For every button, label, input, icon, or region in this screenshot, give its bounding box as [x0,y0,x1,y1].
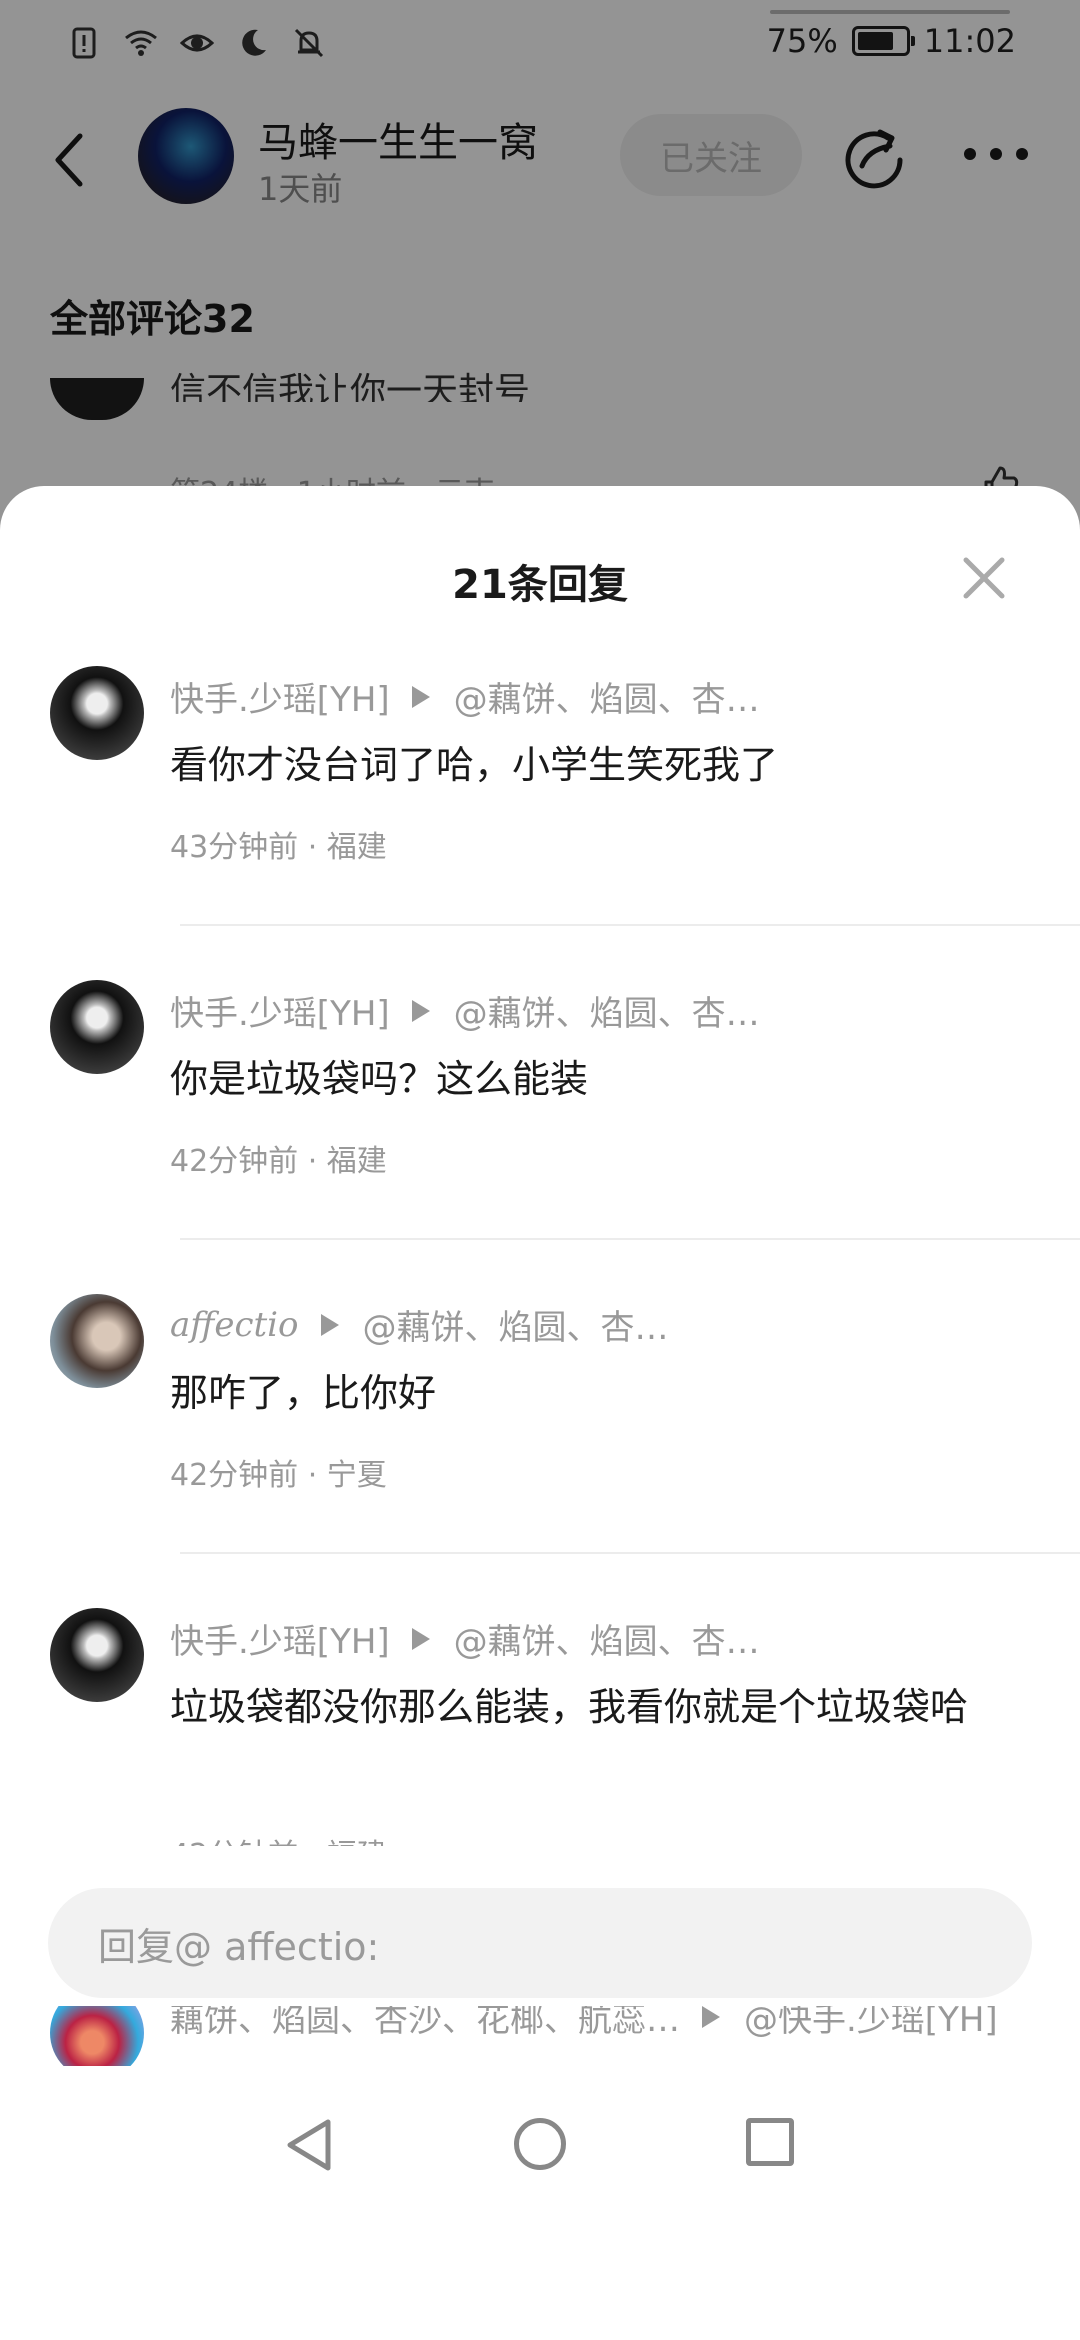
reply-to[interactable]: @藕饼、焰圆、杏… [363,1300,669,1349]
reply-text: 看你才没台词了哈，小学生笑死我了 [170,743,779,787]
reply-text: 那咋了，比你好 [170,1371,437,1415]
reply-arrow-icon [320,1313,339,1336]
reply-time: 42分钟前 · 福建 [170,1144,387,1179]
reply-avatar[interactable] [50,980,144,1074]
reply-input[interactable]: 回复@ affectio: [48,1888,1032,1998]
reply-author[interactable]: 快手.少瑶[YH] [170,672,390,721]
reply-time: 42分钟前 · 宁夏 [170,1458,387,1493]
reply-meta: 快手.少瑶[YH] @藕饼、焰圆、杏… [170,986,760,1035]
nav-home-icon[interactable] [514,2118,566,2170]
reply-avatar[interactable] [50,666,144,760]
reply-avatar[interactable] [50,1294,144,1388]
nav-recent-icon[interactable] [746,2118,794,2166]
reply-to[interactable]: @藕饼、焰圆、杏… [454,986,760,1035]
reply-text: 你是垃圾袋吗？这么能装 [170,1057,589,1101]
reply-author[interactable]: 快手.少瑶[YH] [170,986,390,1035]
reply-to[interactable]: @藕饼、焰圆、杏… [454,672,760,721]
reply-author[interactable]: 快手.少瑶[YH] [170,1614,390,1663]
reply-arrow-icon [411,685,430,708]
reply-to[interactable]: @藕饼、焰圆、杏… [454,1614,760,1663]
reply-meta: affectio @藕饼、焰圆、杏… [170,1300,669,1349]
reply-meta: 快手.少瑶[YH] @藕饼、焰圆、杏… [170,1614,760,1663]
reply-text: 垃圾袋都没你那么能装，我看你就是个垃圾袋哈 [170,1685,969,1729]
divider [180,1552,1080,1554]
reply-meta: 快手.少瑶[YH] @藕饼、焰圆、杏… [170,672,760,721]
reply-input-area: 回复@ affectio: [0,1846,1080,2006]
reply-arrow-icon [411,1627,430,1650]
nav-back-icon[interactable] [284,2118,334,2172]
divider [180,924,1080,926]
reply-time: 43分钟前 · 福建 [170,830,387,865]
reply-avatar[interactable] [50,1608,144,1702]
sheet-title: 21条回复 [452,562,628,608]
system-nav-bar [0,2016,1080,2340]
reply-sheet: 21条回复 快手.少瑶[YH] @藕饼、焰圆、杏… 看你才没台词了哈，小学生笑死… [0,486,1080,2340]
reply-arrow-icon [411,999,430,1022]
sheet-header: 21条回复 [0,486,1080,616]
close-icon[interactable] [962,556,1006,600]
reply-author[interactable]: affectio [170,1305,299,1345]
divider [180,1238,1080,1240]
